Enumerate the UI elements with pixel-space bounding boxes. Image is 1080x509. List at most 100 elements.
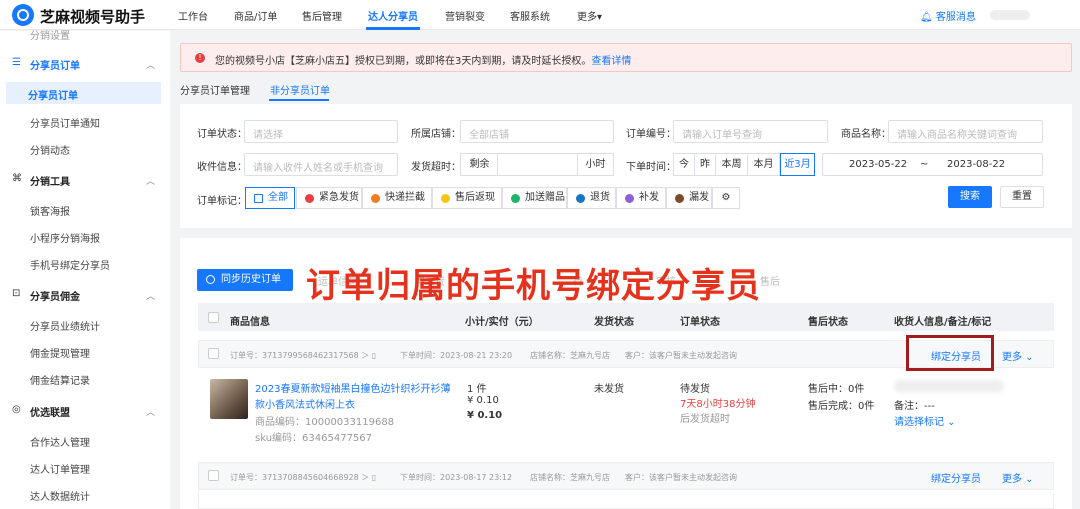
mark-dot-icon	[441, 194, 450, 203]
mark-label: 全部	[268, 192, 288, 203]
mark-filter-1[interactable]: 紧急发货	[296, 187, 362, 209]
sidebar-item-order-notice[interactable]: 分享员订单通知	[30, 115, 100, 130]
search-button[interactable]: 搜索	[948, 186, 992, 208]
more-link[interactable]: 更多 ⌄	[1002, 470, 1034, 485]
date-separator: ~	[920, 159, 929, 170]
time-last-3-months[interactable]: 近3月	[780, 153, 815, 176]
annotation-caption: 订单归属的手机号绑定分享员	[306, 266, 761, 306]
ship-hours-input[interactable]	[497, 153, 578, 176]
time-this-month[interactable]: 本月	[747, 153, 780, 176]
col-ship: 发货状态	[594, 317, 634, 328]
time-yesterday[interactable]: 昨	[694, 153, 716, 176]
order-no-input[interactable]: 请输入订单号查询	[673, 120, 828, 143]
item-paid: ¥ 0.10	[467, 410, 503, 421]
alert-detail-link[interactable]: 查看详情	[591, 56, 631, 67]
time-this-week[interactable]: 本周	[715, 153, 748, 176]
mark-filter-6[interactable]: 补发	[616, 187, 666, 209]
chevron-up-icon[interactable]: ︿	[146, 58, 155, 71]
sidebar-item-talent-stats[interactable]: 达人数据统计	[30, 488, 90, 503]
mark-label: 紧急发货	[319, 192, 359, 203]
mark-filter-4[interactable]: 加送赠品	[502, 187, 567, 209]
sidebar-item-sharer-orders[interactable]: 分享员订单	[6, 82, 161, 104]
order-checkbox[interactable]	[208, 348, 219, 359]
sidebar-item-withdraw[interactable]: 佣金提现管理	[30, 345, 90, 360]
mark-dot-icon	[625, 194, 634, 203]
sidebar-item-phone-bind[interactable]: 手机号绑定分享员	[30, 257, 110, 272]
status-label: 订单状态：	[197, 129, 247, 140]
item-qty: 1 件	[467, 384, 487, 395]
date-to: 2023-08-22	[947, 159, 1006, 170]
nav-item-marketing[interactable]: 营销裂变	[445, 8, 485, 23]
chevron-up-icon[interactable]: ︿	[146, 174, 155, 187]
mark-filter-2[interactable]: 快递拦截	[362, 187, 432, 209]
order-icon: ☰	[12, 57, 21, 68]
select-mark-link[interactable]: 请选择标记 ⌄	[894, 413, 956, 428]
product-title-line2[interactable]: 款小香风法式休闲上衣	[255, 396, 355, 411]
sidebar-item-mini-poster[interactable]: 小程序分销海报	[30, 230, 100, 245]
sidebar-item-cut[interactable]: 分销设置	[30, 27, 70, 42]
sidebar-item-talent-mgmt[interactable]: 合作达人管理	[30, 434, 90, 449]
status-select[interactable]: 请选择	[244, 120, 398, 143]
shop-label: 所属店铺：	[411, 129, 461, 140]
tab-non-sharer-orders[interactable]: 非分享员订单	[270, 82, 330, 97]
nav-item-sharer[interactable]: 达人分享员	[368, 8, 418, 23]
tools-icon: ⌘	[12, 173, 22, 184]
order-customer: 客户：该客户暂未主动发起咨询	[625, 473, 737, 482]
sku-code: sku编码：63465477567	[255, 433, 373, 444]
sidebar-item-poster[interactable]: 锁客海报	[30, 203, 70, 218]
notice-link[interactable]: 🔔︎ 客服消息	[920, 8, 976, 23]
mark-filter-5[interactable]: 退货	[567, 187, 616, 209]
chevron-up-icon[interactable]: ︿	[146, 405, 155, 418]
mark-filter-0[interactable]: 全部	[245, 187, 295, 209]
tab-active-underline	[269, 99, 329, 101]
bind-sharer-link[interactable]: 绑定分享员	[931, 470, 981, 485]
date-range-picker[interactable]: 2023-05-22 ~ 2023-08-22	[822, 153, 1043, 176]
mark-dot-icon	[675, 194, 684, 203]
sidebar-item-settlement[interactable]: 佣金结算记录	[30, 372, 90, 387]
ghost-tab[interactable]: 售后	[760, 273, 780, 288]
mark-filter-3[interactable]: 售后返现	[432, 187, 502, 209]
tab-sharer-orders[interactable]: 分享员订单管理	[180, 82, 250, 97]
receiver-input[interactable]: 请输入收件人姓名或手机查询	[244, 153, 398, 176]
nav-item-aftersale[interactable]: 售后管理	[302, 8, 342, 23]
sidebar-group-orders[interactable]: 分享员订单	[30, 57, 80, 72]
nav-item-more[interactable]: 更多▾	[577, 8, 602, 23]
order-mark-label: 订单标记：	[197, 196, 247, 207]
sidebar-item-dynamics[interactable]: 分销动态	[30, 142, 70, 157]
ship-deadline: 后发货超时	[680, 414, 730, 425]
order-time-label: 下单时间：	[626, 162, 676, 173]
reset-button[interactable]: 重置	[1000, 186, 1044, 208]
sidebar-item-talent-orders[interactable]: 达人订单管理	[30, 461, 90, 476]
order-no-label: 订单编号：	[626, 129, 676, 140]
gear-icon[interactable]: ⚙	[712, 187, 740, 209]
sidebar-group-league[interactable]: 优选联盟	[30, 404, 70, 419]
logo-icon	[12, 4, 34, 26]
app-title: 芝麻视频号助手	[40, 8, 146, 26]
sidebar: 分销设置 ☰ 分享员订单 ︿ 分享员订单 分享员订单通知 分销动态 ⌘ 分销工具…	[0, 31, 170, 509]
order-time: 下单时间：2023-08-17 23:12	[400, 473, 513, 482]
league-icon: ◎	[12, 404, 21, 415]
mark-filter-7[interactable]: 漏发	[666, 187, 712, 209]
nav-item-goods-orders[interactable]: 商品/订单	[234, 8, 277, 23]
sidebar-item-performance[interactable]: 分享员业绩统计	[30, 318, 100, 333]
col-amount: 小计/实付（元）	[465, 317, 539, 328]
order-checkbox[interactable]	[208, 470, 219, 481]
time-today[interactable]: 今	[673, 153, 695, 176]
mark-dot-icon	[371, 194, 380, 203]
nav-item-service[interactable]: 客服系统	[510, 8, 550, 23]
more-link[interactable]: 更多 ⌄	[1002, 348, 1034, 363]
nav-active-underline	[366, 27, 420, 30]
chevron-up-icon[interactable]: ︿	[146, 289, 155, 302]
user-avatar-blur[interactable]	[990, 10, 1030, 20]
order-status: 待发货	[680, 384, 710, 395]
nav-item-workbench[interactable]: 工作台	[178, 8, 208, 23]
product-thumbnail[interactable]	[210, 379, 248, 419]
sidebar-group-commission[interactable]: 分享员佣金	[30, 288, 80, 303]
sidebar-group-tools[interactable]: 分销工具	[30, 173, 70, 188]
product-title-line1[interactable]: 2023春夏新款短袖黑白撞色边针织衫开衫薄	[255, 380, 450, 395]
goods-name-input[interactable]: 请输入商品名称关键词查询	[888, 120, 1043, 143]
sync-history-button[interactable]: 同步历史订单	[197, 269, 293, 291]
warning-icon: !	[195, 53, 205, 63]
shop-select[interactable]: 全部店铺	[460, 120, 614, 143]
select-all-checkbox[interactable]	[208, 312, 219, 323]
